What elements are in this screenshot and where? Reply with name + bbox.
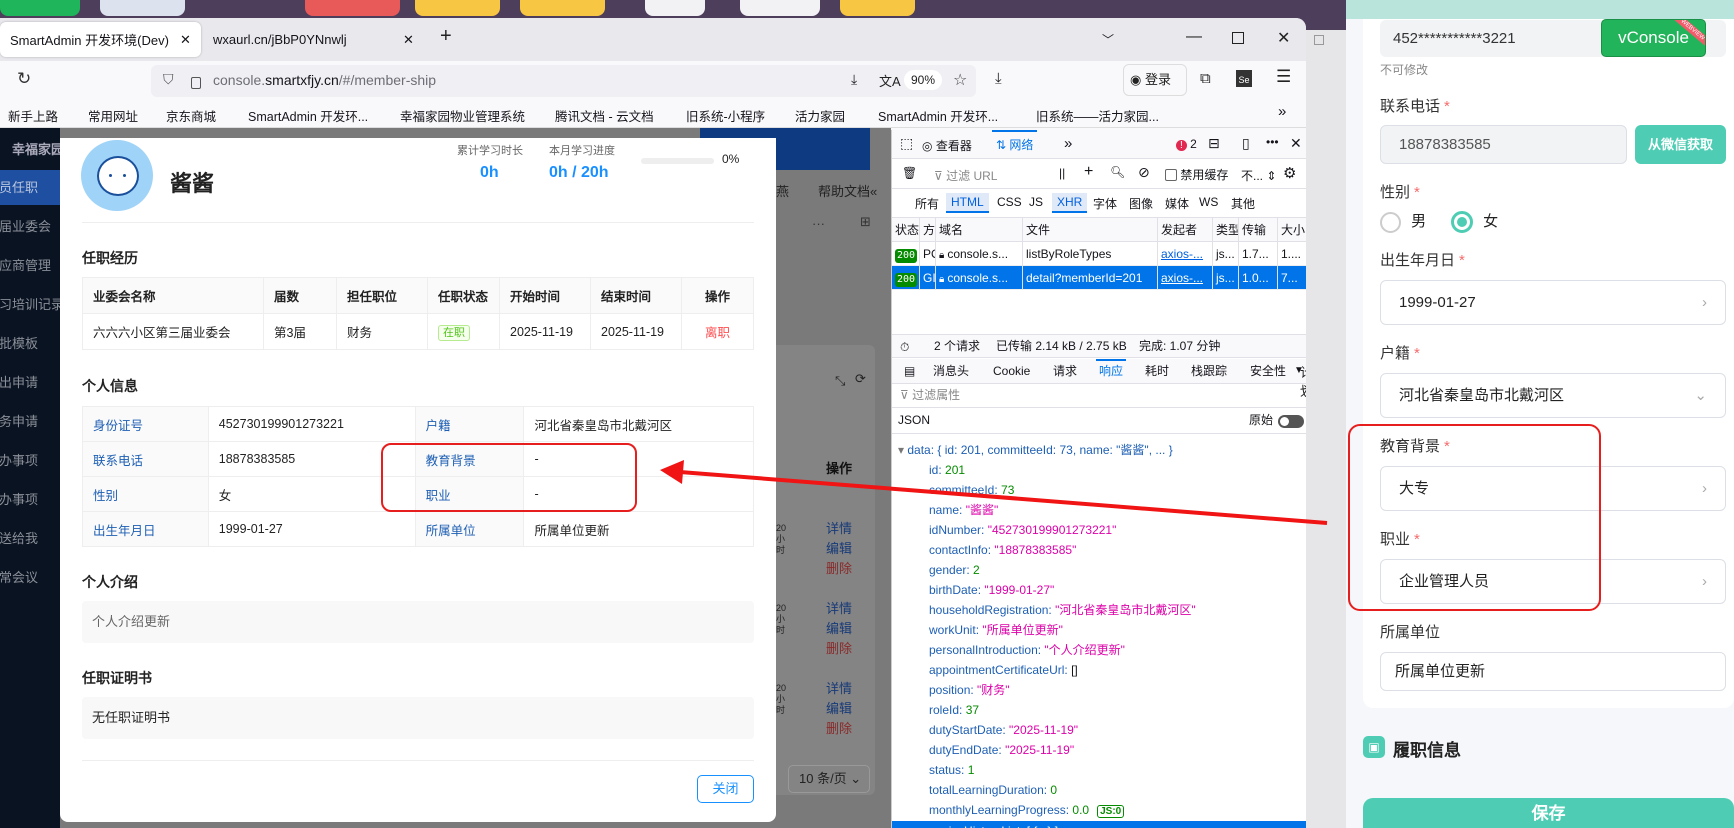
arrow-line: [679, 470, 1328, 525]
annotation-arrow: [660, 460, 1328, 525]
arrow-head: [660, 460, 684, 484]
